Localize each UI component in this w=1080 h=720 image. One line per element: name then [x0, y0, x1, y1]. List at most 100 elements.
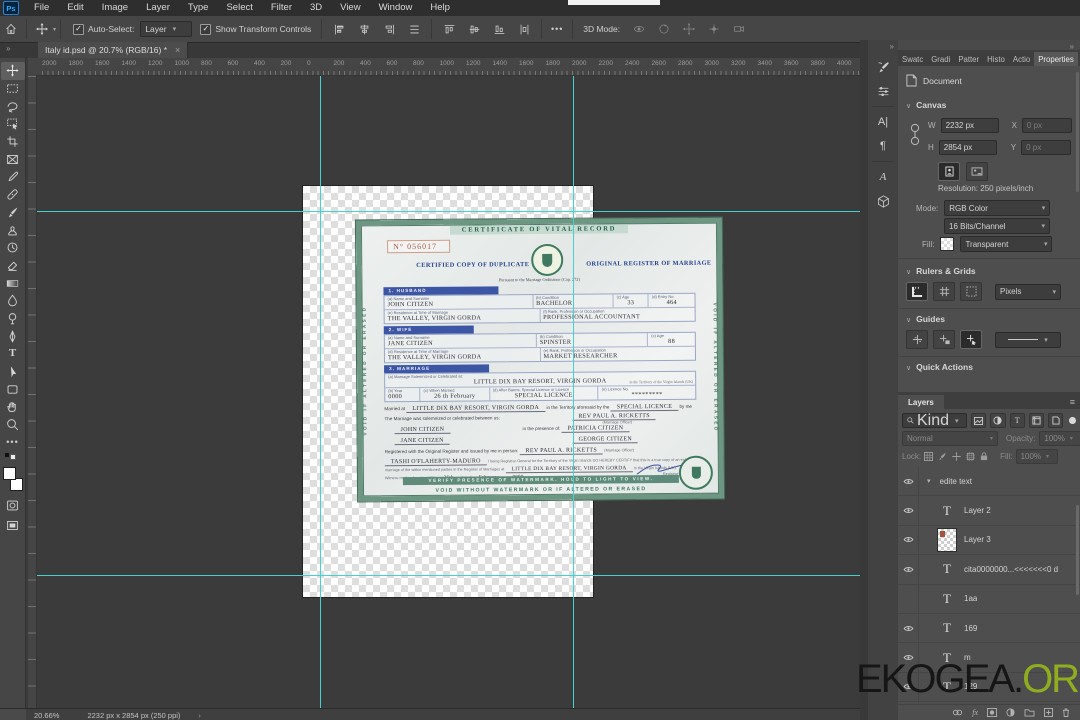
layer-row[interactable]: ▾ T 129	[898, 672, 1080, 703]
edit-guides-button[interactable]	[960, 330, 982, 349]
screen-mode-icon[interactable]	[1, 517, 25, 535]
layer-name[interactable]: edite text	[940, 477, 972, 486]
layers-menu-icon[interactable]: ≡	[1065, 395, 1080, 409]
move-tool-preset-icon[interactable]	[31, 20, 53, 38]
x-field[interactable]: 0 px	[1021, 118, 1072, 133]
object-selection-tool[interactable]	[1, 115, 25, 133]
zoom-level[interactable]: 20.66%	[34, 711, 59, 720]
character-panel-icon[interactable]: A|	[868, 110, 898, 134]
lock-guides-button[interactable]	[933, 330, 955, 349]
eraser-tool[interactable]	[1, 257, 25, 275]
link-dimensions-icon[interactable]	[910, 122, 920, 148]
menu-item[interactable]: Filter	[262, 0, 301, 16]
auto-select-checkbox[interactable]: ✓	[73, 23, 85, 35]
foreground-background-swatches[interactable]	[2, 467, 23, 492]
visibility-eye-icon[interactable]	[898, 613, 919, 643]
layer-name[interactable]: 169	[964, 624, 977, 633]
3d-orbit-icon[interactable]	[628, 20, 650, 38]
gradient-tool[interactable]	[1, 274, 25, 292]
layer-name[interactable]: 1aa	[964, 594, 977, 603]
visibility-eye-icon[interactable]	[898, 584, 919, 613]
delete-layer-icon[interactable]	[1062, 708, 1070, 717]
visibility-eye-icon[interactable]	[898, 467, 919, 496]
filter-smart-objects-icon[interactable]	[1048, 413, 1064, 428]
layer-mask-icon[interactable]	[987, 708, 997, 717]
bit-depth-dropdown[interactable]: 16 Bits/Channel	[944, 218, 1050, 234]
healing-brush-tool[interactable]	[1, 186, 25, 204]
layer-row[interactable]: ▾ T 169	[898, 613, 1080, 644]
new-group-icon[interactable]	[1024, 708, 1035, 717]
guide-style-dropdown[interactable]	[995, 331, 1061, 348]
align-justify-icon[interactable]	[403, 20, 425, 38]
menu-item[interactable]: Type	[179, 0, 218, 16]
show-transform-checkbox[interactable]: ✓	[200, 23, 212, 35]
menu-item[interactable]: Window	[370, 0, 422, 16]
layer-row[interactable]: ▾ T cita0000000...<<<<<<<0 d	[898, 555, 1080, 585]
distribute-icon[interactable]	[513, 20, 535, 38]
frame-tool[interactable]	[1, 150, 25, 168]
menu-item[interactable]: View	[331, 0, 369, 16]
height-field[interactable]: 2854 px	[938, 140, 997, 155]
lock-transparency-icon[interactable]	[924, 452, 935, 461]
brush-tool[interactable]	[1, 204, 25, 222]
path-selection-tool[interactable]	[1, 363, 25, 381]
visibility-eye-icon[interactable]	[898, 672, 919, 702]
filter-shape-layers-icon[interactable]	[1028, 413, 1045, 428]
new-layer-icon[interactable]	[1044, 708, 1053, 717]
layer-name[interactable]: Layer 3	[964, 535, 991, 544]
filter-toggle[interactable]	[1069, 417, 1077, 424]
auto-select-target-dropdown[interactable]: Layer	[140, 21, 193, 37]
layer-fill-field[interactable]: 100%	[1015, 449, 1058, 464]
layer-name[interactable]: cita0000000...<<<<<<<0 d	[964, 565, 1058, 574]
chevron-down-icon[interactable]: ▾	[53, 26, 56, 33]
3d-pan-icon[interactable]	[678, 20, 700, 38]
toggle-rulers-button[interactable]	[906, 282, 928, 301]
3d-slide-icon[interactable]	[703, 20, 725, 38]
panel-tab[interactable]: Swatc	[898, 52, 927, 66]
fill-swatch[interactable]	[940, 237, 955, 251]
visibility-eye-icon[interactable]	[898, 496, 919, 525]
history-brush-tool[interactable]	[1, 239, 25, 257]
guides-section-header[interactable]: ∨ Guides	[906, 314, 945, 324]
layer-row[interactable]: ▾ T Layer 3	[898, 525, 1080, 556]
align-top-edges-icon[interactable]	[438, 20, 460, 38]
3d-panel-icon[interactable]	[868, 189, 898, 213]
toggle-guides-button[interactable]	[906, 330, 928, 349]
panel-tab[interactable]: Patter	[954, 52, 983, 66]
horizontal-guide[interactable]	[36, 575, 860, 576]
menu-item[interactable]: Layer	[137, 0, 179, 16]
lock-artboard-icon[interactable]	[966, 452, 977, 461]
lock-position-icon[interactable]	[952, 452, 963, 461]
layer-name[interactable]: Layer 2	[964, 506, 991, 515]
ruler-units-dropdown[interactable]: Pixels	[995, 283, 1061, 300]
quick-mask-icon[interactable]	[1, 497, 25, 515]
crop-tool[interactable]	[1, 133, 25, 151]
foreground-color-swatch[interactable]	[2, 467, 16, 481]
lock-all-icon[interactable]	[980, 452, 991, 461]
filter-type-layers-icon[interactable]: T	[1009, 413, 1025, 428]
type-tool[interactable]: T	[1, 345, 25, 363]
paragraph-panel-icon[interactable]: ¶	[868, 134, 898, 158]
panel-tab[interactable]: Properties	[1034, 52, 1078, 66]
strip-collapse-icon[interactable]: »	[868, 40, 898, 55]
marquee-tool[interactable]	[1, 80, 25, 98]
vertical-guide[interactable]	[573, 76, 574, 708]
width-field[interactable]: 2232 px	[940, 118, 999, 133]
hand-tool[interactable]	[1, 398, 25, 416]
canvas-section-header[interactable]: ∨ Canvas	[906, 100, 946, 110]
toggle-pixel-grid-button[interactable]	[960, 282, 982, 301]
blend-mode-dropdown[interactable]: Normal	[902, 431, 998, 446]
clone-stamp-tool[interactable]	[1, 221, 25, 239]
rulers-grids-section-header[interactable]: ∨ Rulers & Grids	[906, 266, 976, 276]
quick-actions-section-header[interactable]: ∨ Quick Actions	[906, 362, 973, 372]
align-bottom-edges-icon[interactable]	[488, 20, 510, 38]
move-tool[interactable]	[0, 62, 25, 80]
more-options-icon[interactable]: •••	[546, 20, 568, 38]
panel-tab[interactable]: Actio	[1009, 52, 1034, 66]
menu-item[interactable]: 3D	[301, 0, 331, 16]
horizontal-guide[interactable]	[36, 211, 860, 212]
layers-tab[interactable]: Layers	[898, 395, 944, 409]
align-horizontal-centers-icon[interactable]	[353, 20, 375, 38]
canvas-area[interactable]: CERTIFICATE OF VITAL RECORD N° 056017 CE…	[36, 76, 860, 708]
fill-dropdown[interactable]: Transparent	[960, 236, 1053, 252]
